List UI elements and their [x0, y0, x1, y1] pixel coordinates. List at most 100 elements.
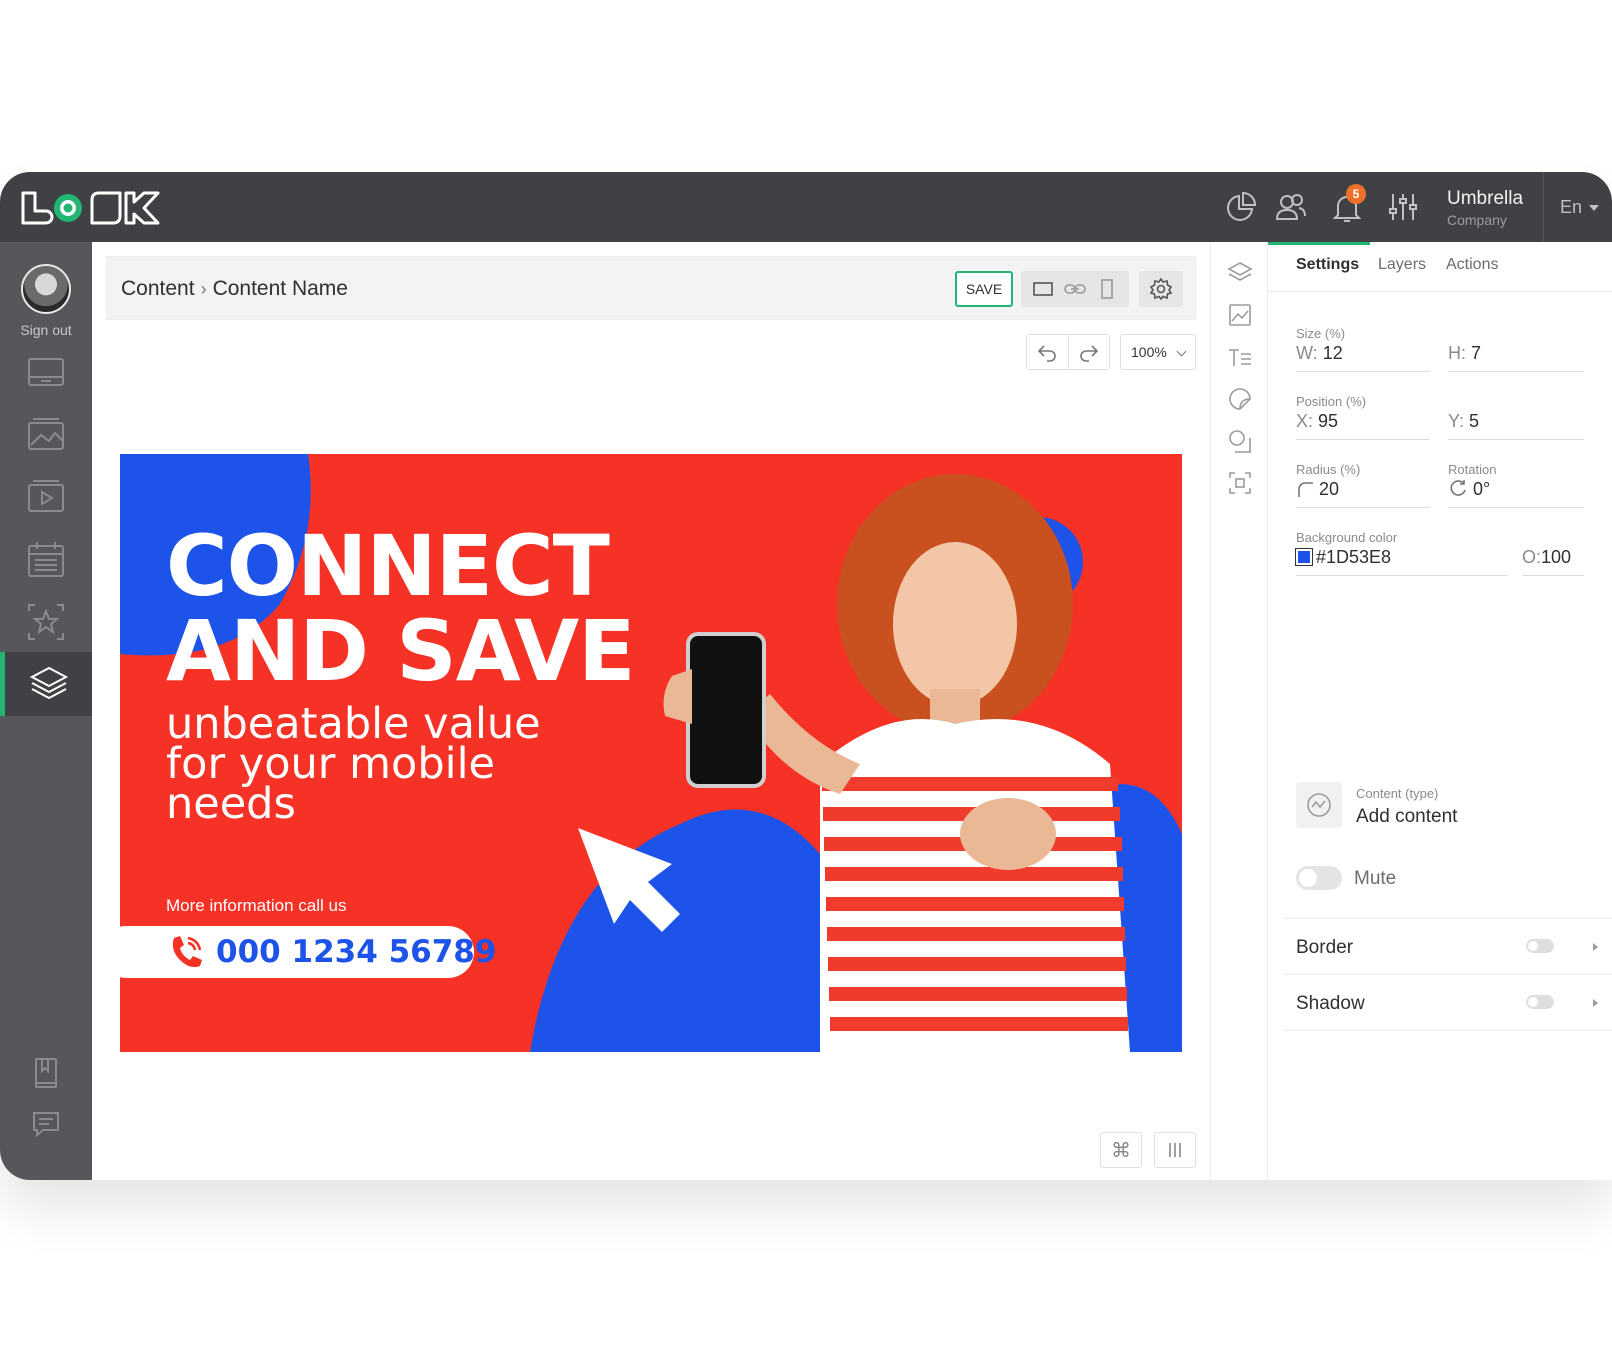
chevron-down-icon[interactable]	[1589, 205, 1599, 211]
display-icon	[28, 358, 64, 386]
x-key: X:	[1296, 411, 1314, 431]
border-toggle[interactable]	[1526, 939, 1554, 953]
opacity-key: O:	[1522, 547, 1542, 567]
shadow-section[interactable]: Shadow	[1284, 974, 1612, 1030]
active-tab-indicator	[1268, 242, 1370, 245]
tool-shapes[interactable]	[1225, 426, 1255, 456]
add-content-link[interactable]: Add content	[1356, 806, 1457, 828]
sidebar: Sign out	[0, 242, 92, 1180]
tool-text[interactable]	[1225, 342, 1255, 372]
panel-tabs: Settings Layers Actions	[1268, 242, 1612, 292]
properties-panel: Settings Layers Actions Size (%) W: 12 H…	[1268, 242, 1612, 1180]
chart-pie-icon[interactable]	[1224, 190, 1258, 224]
company-name: Umbrella	[1447, 188, 1524, 209]
tab-settings[interactable]: Settings	[1296, 256, 1359, 274]
redo-icon	[1080, 345, 1098, 362]
divider	[1284, 1030, 1612, 1031]
divider	[1543, 172, 1544, 242]
layers-icon	[1227, 262, 1253, 281]
radius-field[interactable]: 20	[1296, 472, 1430, 508]
top-bar: 5 Umbrella Company En	[0, 172, 1612, 242]
opacity-field[interactable]: O:100	[1522, 540, 1584, 576]
x-value: 95	[1318, 411, 1339, 431]
star-frame-icon	[28, 604, 64, 640]
width-field[interactable]: W: 12	[1296, 336, 1430, 372]
rotation-value: 0°	[1473, 479, 1491, 499]
sign-out-link[interactable]: Sign out	[0, 322, 92, 338]
shapes-icon	[1229, 430, 1251, 453]
height-field[interactable]: H: 7	[1448, 336, 1584, 372]
background-color-field[interactable]: #1D53E8	[1295, 540, 1508, 576]
banner-headline-1: CONNECT	[166, 517, 610, 615]
zoom-select[interactable]: 100%	[1120, 334, 1196, 370]
radius-value: 20	[1319, 479, 1340, 499]
mute-label: Mute	[1354, 868, 1397, 889]
language-select[interactable]: En	[1560, 197, 1582, 218]
tool-sticker[interactable]	[1225, 384, 1255, 414]
avatar[interactable]	[21, 264, 71, 314]
rotate-icon	[1450, 480, 1466, 496]
breadcrumb-root[interactable]: Content	[121, 277, 195, 300]
y-value: 5	[1469, 411, 1480, 431]
company-switcher[interactable]: Umbrella Company	[1447, 188, 1523, 228]
y-key: Y:	[1448, 411, 1465, 431]
notification-badge: 5	[1346, 184, 1366, 204]
undo-icon	[1038, 345, 1056, 362]
add-content-button[interactable]	[1296, 782, 1342, 828]
sidebar-item-schedule[interactable]	[0, 528, 92, 592]
chat-icon	[33, 1112, 59, 1138]
tool-layers[interactable]	[1225, 258, 1255, 288]
look-logo[interactable]	[20, 190, 164, 226]
portrait-view-icon[interactable]	[1095, 277, 1119, 301]
banner-phone-number: 000 1234 56789	[216, 934, 497, 970]
tool-qr[interactable]	[1225, 468, 1255, 498]
undo-button[interactable]	[1027, 335, 1069, 369]
banner-preview[interactable]: CONNECT AND SAVE unbeatable value for yo…	[120, 454, 1182, 1052]
chevron-right-icon[interactable]	[1593, 943, 1598, 951]
tab-actions[interactable]: Actions	[1446, 256, 1498, 274]
save-button[interactable]: SAVE	[955, 271, 1013, 307]
sidebar-item-highlights[interactable]	[0, 590, 92, 654]
zoom-value: 100%	[1131, 344, 1167, 360]
image-icon	[28, 418, 64, 450]
content-chart-icon	[1307, 793, 1331, 817]
sidebar-item-layers[interactable]	[0, 652, 92, 716]
users-icon[interactable]	[1274, 190, 1308, 224]
shortcuts-button[interactable]: ⌘	[1100, 1132, 1142, 1168]
sidebar-item-chat[interactable]	[0, 1092, 92, 1156]
x-field[interactable]: X: 95	[1296, 404, 1430, 440]
color-swatch[interactable]	[1295, 548, 1313, 566]
border-section[interactable]: Border	[1284, 918, 1612, 974]
tab-layers[interactable]: Layers	[1378, 256, 1426, 274]
breadcrumb: Content › Content Name	[121, 277, 348, 301]
layers-icon	[29, 666, 68, 700]
sidebar-item-display[interactable]	[0, 342, 92, 406]
chevron-right-icon[interactable]	[1593, 999, 1598, 1007]
y-field[interactable]: Y: 5	[1448, 404, 1584, 440]
border-label: Border	[1296, 937, 1354, 958]
sliders-icon[interactable]	[1386, 190, 1420, 224]
landscape-view-icon[interactable]	[1031, 277, 1055, 301]
sticker-icon	[1229, 388, 1251, 410]
banner-subheadline: unbeatable value for your mobile needs	[166, 703, 541, 826]
width-key: W:	[1296, 343, 1318, 363]
tool-image[interactable]	[1225, 300, 1255, 330]
sidebar-item-videos[interactable]	[0, 466, 92, 530]
width-value: 12	[1322, 343, 1343, 363]
app-window: 5 Umbrella Company En Sign out Content ›…	[0, 172, 1612, 1180]
chevron-down-icon	[1176, 346, 1187, 357]
history-group	[1026, 334, 1110, 370]
breadcrumb-separator: ›	[200, 279, 207, 299]
mute-toggle[interactable]	[1296, 866, 1342, 890]
editor-toolbar: Content › Content Name SAVE	[106, 256, 1196, 320]
video-icon	[28, 480, 64, 512]
settings-button[interactable]	[1139, 271, 1183, 307]
sidebar-item-images[interactable]	[0, 404, 92, 468]
columns-button[interactable]	[1154, 1132, 1196, 1168]
breadcrumb-current: Content Name	[212, 277, 348, 300]
book-icon	[35, 1058, 57, 1088]
redo-button[interactable]	[1069, 335, 1110, 369]
shadow-toggle[interactable]	[1526, 995, 1554, 1009]
link-icon[interactable]	[1063, 277, 1087, 301]
rotation-field[interactable]: 0°	[1448, 472, 1584, 508]
